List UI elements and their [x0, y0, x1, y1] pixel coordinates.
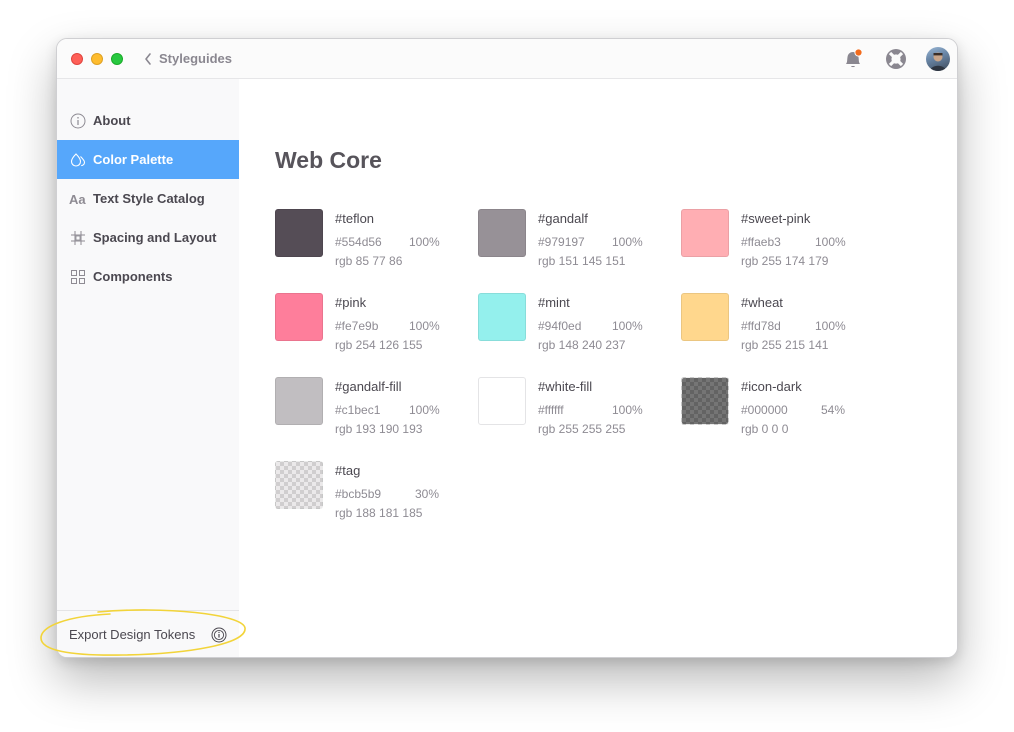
swatch-name: #tag: [335, 463, 361, 478]
swatch-hex: #fe7e9b: [335, 319, 379, 333]
info-icon: [69, 112, 87, 130]
color-chip[interactable]: [275, 461, 323, 509]
swatch-hex: #94f0ed: [538, 319, 582, 333]
color-swatch-card[interactable]: #mint #94f0ed 100% rgb 148 240 237: [478, 293, 678, 365]
sidebar-item-spacing-and-layout[interactable]: Spacing and Layout: [57, 218, 239, 257]
swatch-opacity: 100%: [612, 319, 643, 333]
color-chip[interactable]: [681, 293, 729, 341]
help-lifebuoy-icon[interactable]: [884, 47, 908, 71]
swatch-name: #wheat: [741, 295, 783, 310]
swatch-name: #white-fill: [538, 379, 593, 394]
swatch-rgb: rgb 255 174 179: [741, 254, 829, 268]
swatch-name: #mint: [538, 295, 570, 310]
color-swatch-card[interactable]: #sweet-pink #ffaeb3 100% rgb 255 174 179: [681, 209, 881, 281]
sidebar-item-color-palette[interactable]: Color Palette: [57, 140, 239, 179]
sidebar-item-label: Spacing and Layout: [93, 230, 217, 245]
swatch-hex: #979197: [538, 235, 585, 249]
color-swatch-card[interactable]: #white-fill #ffffff 100% rgb 255 255 255: [478, 377, 678, 449]
color-chip[interactable]: [681, 209, 729, 257]
chevron-left-icon[interactable]: [143, 51, 153, 67]
color-swatch-card[interactable]: #gandalf #979197 100% rgb 151 145 151: [478, 209, 678, 281]
color-chip[interactable]: [275, 377, 323, 425]
sidebar: About Color Palette Aa Text Style Catalo…: [57, 79, 239, 657]
sidebar-footer: Export Design Tokens: [57, 610, 239, 657]
color-swatch-card[interactable]: #gandalf-fill #c1bec1 100% rgb 193 190 193: [275, 377, 475, 449]
swatch-hex: #bcb5b9: [335, 487, 382, 501]
color-chip[interactable]: [275, 209, 323, 257]
swatch-opacity: 100%: [612, 235, 643, 249]
swatch-name: #gandalf: [538, 211, 588, 226]
color-chip-fill: [682, 378, 728, 424]
color-swatch-card[interactable]: #icon-dark #000000 54% rgb 0 0 0: [681, 377, 881, 449]
swatch-hex: #554d56: [335, 235, 382, 249]
swatch-name: #icon-dark: [741, 379, 802, 394]
swatch-name: #sweet-pink: [741, 211, 811, 226]
swatch-rgb: rgb 255 255 255: [538, 422, 626, 436]
color-chip[interactable]: [478, 377, 526, 425]
user-avatar[interactable]: [926, 47, 950, 71]
droplets-icon: [69, 151, 87, 169]
color-swatch-card[interactable]: #tag #bcb5b9 30% rgb 188 181 185: [275, 461, 475, 533]
swatch-opacity: 100%: [409, 235, 440, 249]
swatch-name: #teflon: [335, 211, 375, 226]
sidebar-item-components[interactable]: Components: [57, 257, 239, 296]
color-chip[interactable]: [478, 209, 526, 257]
swatch-hex: #ffaeb3: [741, 235, 781, 249]
export-design-tokens-button[interactable]: Export Design Tokens: [69, 627, 195, 642]
sidebar-item-about[interactable]: About: [57, 101, 239, 140]
swatch-hex: #c1bec1: [335, 403, 381, 417]
swatch-hex: #ffd78d: [741, 319, 781, 333]
export-info-icon[interactable]: [211, 627, 227, 643]
swatch-rgb: rgb 148 240 237: [538, 338, 626, 352]
color-chip[interactable]: [275, 293, 323, 341]
swatch-rgb: rgb 254 126 155: [335, 338, 423, 352]
close-window-button[interactable]: [71, 53, 83, 65]
breadcrumb[interactable]: Styleguides: [159, 51, 232, 67]
color-chip-fill: [276, 462, 322, 508]
swatch-opacity: 100%: [612, 403, 643, 417]
swatch-rgb: rgb 0 0 0: [741, 422, 789, 436]
swatch-opacity: 100%: [815, 319, 846, 333]
swatch-name: #gandalf-fill: [335, 379, 402, 394]
color-swatch-card[interactable]: #wheat #ffd78d 100% rgb 255 215 141: [681, 293, 881, 365]
swatch-rgb: rgb 85 77 86: [335, 254, 403, 268]
sidebar-item-text-style-catalog[interactable]: Aa Text Style Catalog: [57, 179, 239, 218]
color-chip[interactable]: [478, 293, 526, 341]
sidebar-item-label: Text Style Catalog: [93, 191, 205, 206]
text-aa-icon: Aa: [69, 190, 87, 208]
title-bar: Styleguides: [57, 39, 957, 79]
avatar-portrait: [930, 52, 946, 71]
zoom-window-button[interactable]: [111, 53, 123, 65]
content-area: Web Core #teflon #554d56 100% rgb 85 77 86 #…: [239, 79, 957, 657]
swatch-name: #pink: [335, 295, 367, 310]
swatch-opacity: 54%: [820, 403, 845, 417]
color-swatch-card[interactable]: #teflon #554d56 100% rgb 85 77 86: [275, 209, 475, 281]
svg-text:Aa: Aa: [69, 192, 86, 207]
notification-bell-icon[interactable]: [841, 47, 865, 71]
sidebar-item-label: About: [93, 113, 131, 128]
swatch-rgb: rgb 151 145 151: [538, 254, 626, 268]
swatch-rgb: rgb 193 190 193: [335, 422, 423, 436]
color-swatch-card[interactable]: #pink #fe7e9b 100% rgb 254 126 155: [275, 293, 475, 365]
swatch-opacity: 100%: [409, 319, 440, 333]
swatch-opacity: 30%: [414, 487, 439, 501]
swatch-opacity: 100%: [815, 235, 846, 249]
spacing-grid-icon: [69, 229, 87, 247]
swatch-opacity: 100%: [409, 403, 440, 417]
page-title: Web Core: [275, 147, 382, 173]
sidebar-item-label: Color Palette: [93, 152, 174, 167]
swatch-hex: #000000: [741, 403, 788, 417]
swatch-rgb: rgb 188 181 185: [335, 506, 423, 520]
app-window: Styleguides About Color Palette Aa Text …: [56, 38, 958, 658]
swatch-hex: #ffffff: [538, 403, 564, 417]
swatch-rgb: rgb 255 215 141: [741, 338, 829, 352]
components-grid-icon: [69, 268, 87, 286]
minimize-window-button[interactable]: [91, 53, 103, 65]
color-chip[interactable]: [681, 377, 729, 425]
sidebar-item-label: Components: [93, 269, 173, 284]
